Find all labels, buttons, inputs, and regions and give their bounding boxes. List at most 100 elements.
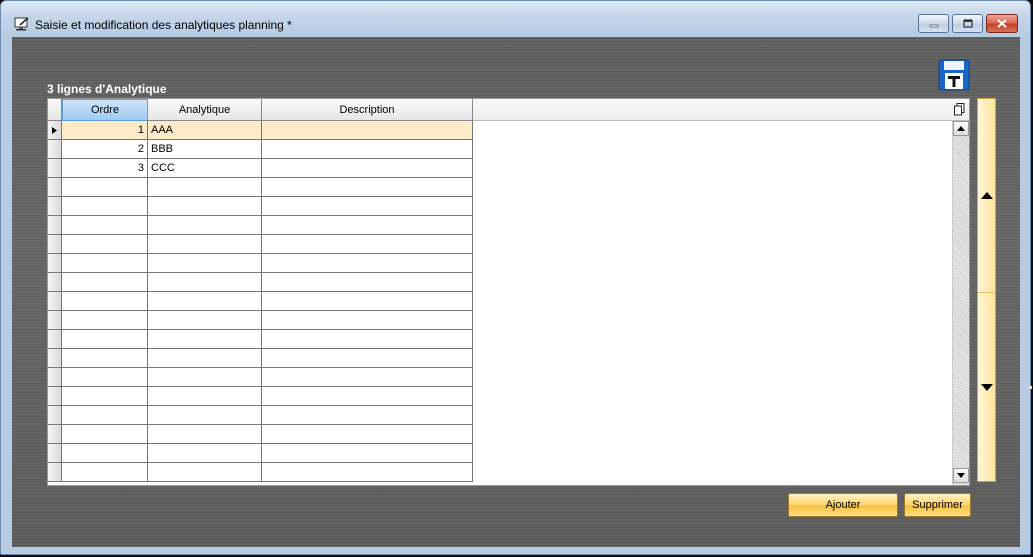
empty-cell[interactable]: [262, 216, 473, 235]
empty-cell[interactable]: [62, 463, 148, 482]
empty-cell[interactable]: [62, 273, 148, 292]
empty-table-row[interactable]: [48, 406, 473, 425]
empty-table-row[interactable]: [48, 330, 473, 349]
empty-table-row[interactable]: [48, 216, 473, 235]
row-header[interactable]: [48, 406, 62, 425]
minimize-button[interactable]: [918, 14, 949, 33]
empty-cell[interactable]: [262, 463, 473, 482]
empty-cell[interactable]: [262, 387, 473, 406]
row-header[interactable]: [48, 235, 62, 254]
empty-table-row[interactable]: [48, 311, 473, 330]
empty-cell[interactable]: [62, 444, 148, 463]
empty-cell[interactable]: [148, 273, 262, 292]
row-header[interactable]: [48, 349, 62, 368]
cell-ordre[interactable]: 3: [62, 159, 148, 178]
column-header-description[interactable]: Description: [262, 99, 473, 121]
cell-analytique[interactable]: BBB: [148, 140, 262, 159]
empty-cell[interactable]: [262, 273, 473, 292]
empty-table-row[interactable]: [48, 463, 473, 482]
empty-table-row[interactable]: [48, 444, 473, 463]
empty-table-row[interactable]: [48, 235, 473, 254]
empty-table-row[interactable]: [48, 368, 473, 387]
cell-ordre[interactable]: 2: [62, 140, 148, 159]
scroll-up-button[interactable]: [953, 121, 969, 136]
copy-icon[interactable]: [954, 103, 965, 116]
title-bar[interactable]: Saisie et modification des analytiques p…: [1, 1, 1030, 37]
table-row[interactable]: 2 BBB: [48, 140, 473, 159]
empty-cell[interactable]: [262, 235, 473, 254]
empty-cell[interactable]: [148, 463, 262, 482]
empty-cell[interactable]: [262, 311, 473, 330]
empty-cell[interactable]: [148, 311, 262, 330]
move-up-button[interactable]: [978, 99, 995, 292]
row-header[interactable]: [48, 444, 62, 463]
row-header[interactable]: [48, 387, 62, 406]
empty-cell[interactable]: [148, 292, 262, 311]
vertical-scrollbar[interactable]: [952, 121, 969, 485]
maximize-button[interactable]: [952, 14, 983, 33]
row-header[interactable]: [48, 121, 62, 140]
scroll-down-button[interactable]: [953, 468, 969, 483]
empty-cell[interactable]: [62, 387, 148, 406]
row-header[interactable]: [48, 254, 62, 273]
column-header-ordre[interactable]: Ordre: [62, 99, 148, 121]
empty-cell[interactable]: [62, 425, 148, 444]
row-header[interactable]: [48, 463, 62, 482]
empty-table-row[interactable]: [48, 349, 473, 368]
empty-cell[interactable]: [62, 178, 148, 197]
empty-table-row[interactable]: [48, 178, 473, 197]
empty-cell[interactable]: [62, 235, 148, 254]
empty-cell[interactable]: [62, 406, 148, 425]
empty-cell[interactable]: [262, 349, 473, 368]
empty-cell[interactable]: [262, 254, 473, 273]
empty-cell[interactable]: [148, 425, 262, 444]
empty-cell[interactable]: [262, 178, 473, 197]
empty-cell[interactable]: [148, 387, 262, 406]
row-header[interactable]: [48, 330, 62, 349]
empty-cell[interactable]: [148, 235, 262, 254]
empty-cell[interactable]: [62, 216, 148, 235]
empty-cell[interactable]: [148, 197, 262, 216]
empty-table-row[interactable]: [48, 273, 473, 292]
empty-cell[interactable]: [62, 368, 148, 387]
cell-description[interactable]: [262, 121, 473, 140]
empty-cell[interactable]: [148, 444, 262, 463]
empty-cell[interactable]: [262, 292, 473, 311]
empty-cell[interactable]: [262, 444, 473, 463]
empty-table-row[interactable]: [48, 292, 473, 311]
empty-cell[interactable]: [62, 349, 148, 368]
save-floppy-icon[interactable]: [938, 59, 970, 91]
empty-cell[interactable]: [62, 330, 148, 349]
table-row[interactable]: 3 CCC: [48, 159, 473, 178]
cell-ordre[interactable]: 1: [62, 121, 148, 140]
table-row[interactable]: 1 AAA: [48, 121, 473, 140]
move-down-button[interactable]: [978, 293, 995, 481]
cell-description[interactable]: [262, 140, 473, 159]
empty-cell[interactable]: [148, 330, 262, 349]
row-header[interactable]: [48, 159, 62, 178]
empty-cell[interactable]: [262, 368, 473, 387]
analytics-grid[interactable]: Ordre Analytique Description 1 AAA 2 BBB…: [47, 98, 970, 486]
empty-cell[interactable]: [148, 349, 262, 368]
empty-cell[interactable]: [62, 254, 148, 273]
empty-cell[interactable]: [148, 368, 262, 387]
row-header[interactable]: [48, 216, 62, 235]
empty-cell[interactable]: [262, 197, 473, 216]
empty-table-row[interactable]: [48, 425, 473, 444]
empty-table-row[interactable]: [48, 197, 473, 216]
empty-table-row[interactable]: [48, 254, 473, 273]
empty-table-row[interactable]: [48, 387, 473, 406]
row-header[interactable]: [48, 368, 62, 387]
empty-cell[interactable]: [62, 197, 148, 216]
delete-button[interactable]: Supprimer: [904, 493, 971, 517]
cell-description[interactable]: [262, 159, 473, 178]
empty-cell[interactable]: [62, 292, 148, 311]
cell-analytique[interactable]: AAA: [148, 121, 262, 140]
cell-analytique[interactable]: CCC: [148, 159, 262, 178]
empty-cell[interactable]: [262, 330, 473, 349]
empty-cell[interactable]: [148, 178, 262, 197]
row-header[interactable]: [48, 425, 62, 444]
empty-cell[interactable]: [62, 311, 148, 330]
row-header[interactable]: [48, 311, 62, 330]
empty-cell[interactable]: [148, 216, 262, 235]
